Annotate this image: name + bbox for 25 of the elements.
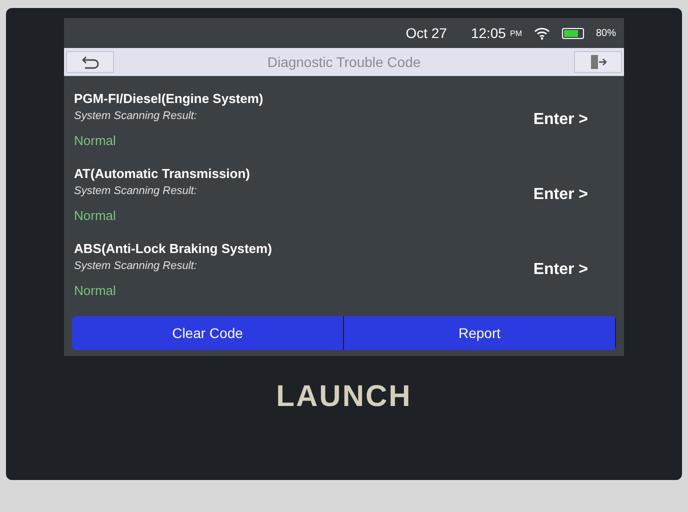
scan-result-label: System Scanning Result: [74, 109, 198, 124]
battery-percent: 80% [596, 26, 616, 40]
scan-result-label: System Scanning Result: [74, 259, 198, 274]
wifi-icon [534, 26, 550, 40]
scan-result: Normal [74, 206, 117, 225]
screen-title: Diagnostic Trouble Code [267, 52, 421, 72]
status-time: 12:05 [470, 24, 506, 42]
enter-button[interactable]: Enter > [533, 108, 588, 132]
system-name: ABS(Anti-Lock Braking System) [74, 240, 272, 258]
exit-button[interactable] [574, 51, 622, 73]
enter-button[interactable]: Enter > [533, 258, 588, 282]
scan-result: Normal [74, 282, 117, 300]
brand-logo: LAUNCH [276, 379, 412, 415]
enter-button[interactable]: Enter > [533, 182, 588, 206]
status-date: Oct 27 [406, 24, 447, 42]
system-name: AT(Automatic Transmission) [74, 164, 250, 183]
back-button[interactable] [66, 51, 114, 73]
scan-result: Normal [74, 132, 117, 150]
system-name: PGM-FI/Diesel(Engine System) [74, 90, 264, 108]
scan-result-label: System Scanning Result: [74, 184, 198, 200]
action-button[interactable]: Report [344, 316, 616, 350]
back-arrow-icon [81, 55, 99, 69]
status-ampm: PM [510, 28, 522, 40]
exit-door-icon [589, 54, 607, 70]
action-button[interactable]: Clear Code [72, 316, 344, 350]
